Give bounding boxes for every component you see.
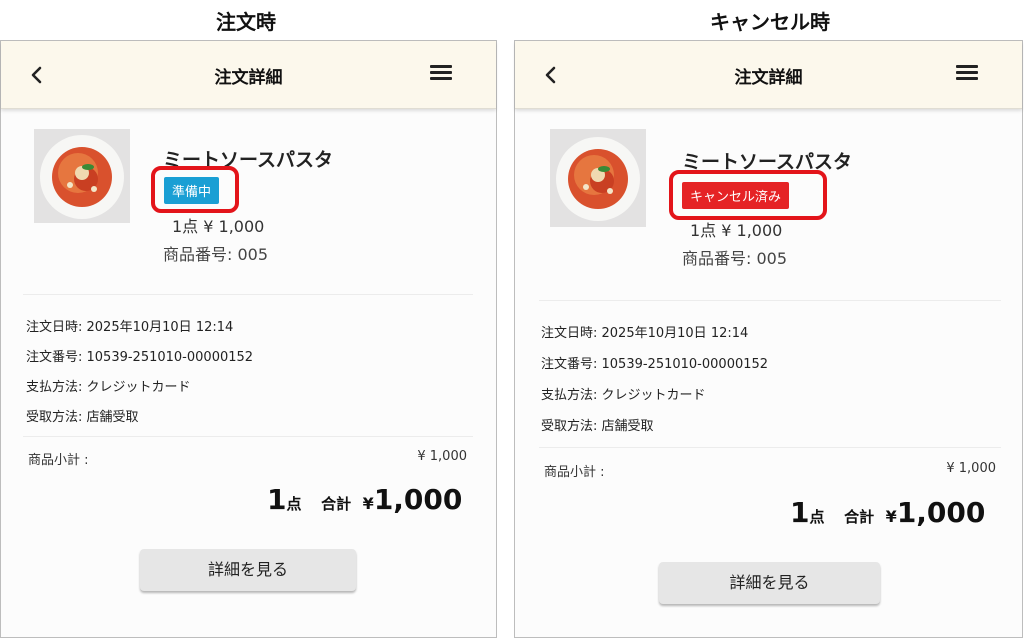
divider (539, 447, 1001, 448)
pickup-method: 受取方法: 店舗受取 (541, 419, 654, 434)
pasta-photo (34, 129, 130, 223)
product-image (550, 129, 646, 227)
product-code: 商品番号: 005 (163, 245, 269, 264)
pasta-photo (550, 129, 646, 227)
order-date: 注文日時: 2025年10月10日 12:14 (26, 320, 234, 335)
total-count-unit: 点 (809, 508, 825, 526)
caption-order-time: 注文時 (216, 10, 276, 34)
total-value: 1,000 (896, 496, 986, 529)
app-header: 注文詳細 (1, 41, 496, 109)
subtotal-value: ¥ 1,000 (417, 449, 467, 464)
order-number: 注文番号: 10539-251010-00000152 (26, 350, 254, 365)
quantity-price: 1点 ¥ 1,000 (690, 221, 783, 240)
currency-symbol: ¥ (362, 494, 374, 513)
hamburger-menu-icon[interactable] (956, 65, 978, 81)
divider (539, 300, 1001, 301)
subtotal-value: ¥ 1,000 (946, 461, 996, 476)
order-detail-screen-right: 注文詳細 ミートソースパスタ キャンセル済み 1点 ¥ 1,000 商品番号: … (514, 40, 1023, 638)
divider (23, 294, 473, 295)
payment-method: 支払方法: クレジットカード (26, 380, 191, 395)
product-code: 商品番号: 005 (682, 249, 788, 268)
page-title: 注文詳細 (734, 68, 803, 88)
status-badge: キャンセル済み (682, 182, 790, 209)
total-value: 1,000 (373, 483, 463, 516)
subtotal-label: 商品小計 : (28, 453, 89, 468)
quantity-price: 1点 ¥ 1,000 (172, 217, 265, 236)
total-count-unit: 点 (286, 495, 302, 513)
payment-method: 支払方法: クレジットカード (541, 388, 706, 403)
currency-symbol: ¥ (885, 507, 897, 526)
order-total: 1点 合計 ¥1,000 (267, 483, 462, 516)
order-date: 注文日時: 2025年10月10日 12:14 (541, 326, 749, 341)
order-total: 1点 合計 ¥1,000 (790, 496, 985, 529)
page-title: 注文詳細 (214, 68, 283, 88)
divider (23, 436, 473, 437)
view-details-button[interactable]: 詳細を見る (659, 562, 880, 604)
total-count: 1 (790, 496, 810, 529)
app-header: 注文詳細 (515, 41, 1022, 109)
caption-cancel-time: キャンセル時 (710, 10, 830, 34)
pickup-method: 受取方法: 店舗受取 (26, 410, 139, 425)
total-label: 合計 (321, 495, 352, 513)
hamburger-menu-icon[interactable] (430, 65, 452, 81)
status-badge: 準備中 (164, 177, 220, 204)
total-count: 1 (267, 483, 287, 516)
subtotal-label: 商品小計 : (544, 465, 605, 480)
order-detail-screen-left: 注文詳細 ミートソースパスタ 準備中 1点 ¥ 1,000 商品番号: 005 … (0, 40, 497, 638)
total-label: 合計 (844, 508, 875, 526)
order-number: 注文番号: 10539-251010-00000152 (541, 357, 769, 372)
product-image (34, 129, 130, 223)
view-details-button[interactable]: 詳細を見る (140, 549, 356, 591)
